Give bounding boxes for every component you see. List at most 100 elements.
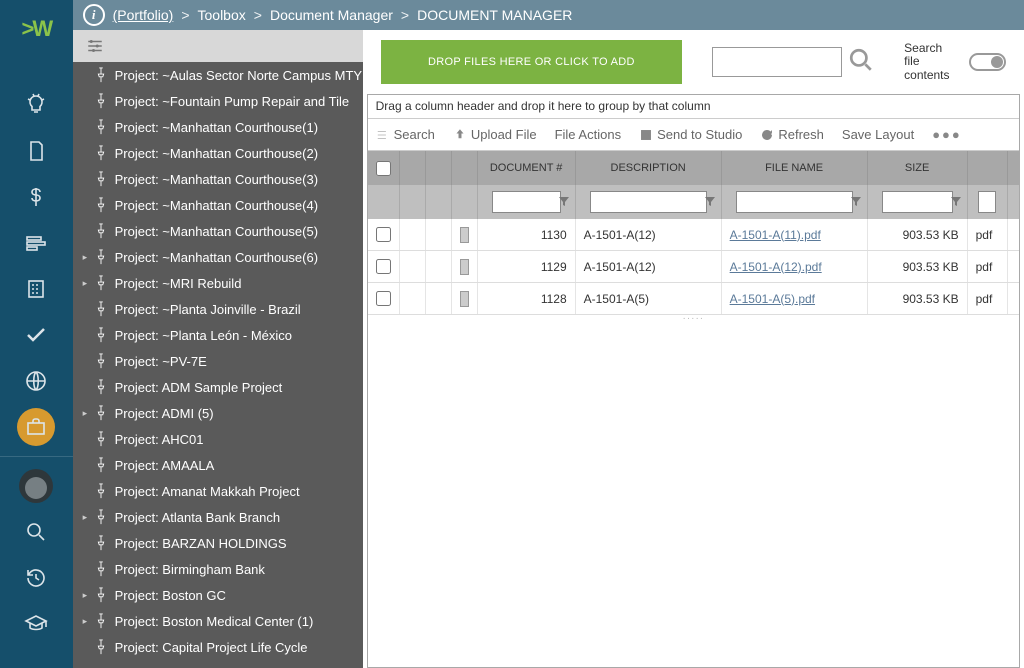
toolbar-file-actions[interactable]: File Actions [555,127,621,142]
dropzone[interactable]: DROP FILES HERE OR CLICK TO ADD [381,40,683,84]
filter-document[interactable] [492,191,561,213]
file-link[interactable]: A-1501-A(11).pdf [730,228,821,242]
nav-education-icon[interactable] [9,603,64,645]
cell-description: A-1501-A(5) [576,283,722,314]
tree-item[interactable]: Project: AMAALA [73,452,363,478]
cell-filename: A-1501-A(5).pdf [722,283,868,314]
col-document[interactable]: DOCUMENT # [478,151,576,185]
row-checkbox[interactable] [376,227,391,242]
nav-search-icon[interactable] [9,511,64,553]
filter-icon[interactable] [557,195,571,210]
grid-header: DOCUMENT # DESCRIPTION FILE NAME SIZE [368,151,1019,185]
tree-item[interactable]: Project: ~Planta Joinville - Brazil [73,296,363,322]
group-by-bar[interactable]: Drag a column header and drop it here to… [368,95,1019,119]
toolbar-save-layout[interactable]: Save Layout [842,127,914,142]
tree-item[interactable]: Project: Amanat Makkah Project [73,478,363,504]
tree-controls[interactable] [73,30,363,62]
tree-item-label: Project: ~Manhattan Courthouse(2) [115,146,318,161]
search-contents-toggle[interactable] [969,53,1006,71]
tree-item[interactable]: Project: ADM Sample Project [73,374,363,400]
tree-item[interactable]: Project: Capital Project Life Cycle [73,634,363,660]
select-all-checkbox[interactable] [376,161,391,176]
nav-building-icon[interactable] [9,268,64,310]
pin-icon [95,67,109,83]
toolbar-upload[interactable]: Upload File [453,127,537,142]
tree-item[interactable]: ▸ Project: Boston Medical Center (1) [73,608,363,634]
tree-item[interactable]: ▸ Project: ADMI (5) [73,400,363,426]
col-description[interactable]: DESCRIPTION [576,151,722,185]
file-link[interactable]: A-1501-A(5).pdf [730,292,815,306]
toolbar-refresh[interactable]: Refresh [760,127,824,142]
nav-idea-icon[interactable] [9,84,64,126]
tree-item-label: Project: ~Manhattan Courthouse(5) [115,224,318,239]
tree-item[interactable]: Project: ~Manhattan Courthouse(3) [73,166,363,192]
table-row[interactable]: 1129 A-1501-A(12) A-1501-A(12).pdf 903.5… [368,251,1019,283]
filter-icon[interactable] [703,195,717,210]
tree-item[interactable]: Project: Birmingham Bank [73,556,363,582]
nav-briefcase-icon[interactable] [17,408,55,446]
tree-item-label: Project: ~PV-7E [115,354,207,369]
cell-document: 1129 [478,251,576,282]
tree-item-label: Project: ~Aulas Sector Norte Campus MTY [115,68,362,83]
toolbar-more-icon[interactable]: ●●● [932,127,962,142]
filter-icon[interactable] [849,195,863,210]
filter-ext[interactable] [978,191,996,213]
cell-document: 1128 [478,283,576,314]
chevron-right-icon: ▸ [83,590,91,601]
tree-item[interactable]: ▸ Project: ~Manhattan Courthouse(6) [73,244,363,270]
file-link[interactable]: A-1501-A(12).pdf [730,260,822,274]
nav-history-icon[interactable] [9,557,64,599]
tree-item[interactable]: Project: ~Manhattan Courthouse(4) [73,192,363,218]
pin-icon [95,613,109,629]
nav-check-icon[interactable] [9,314,64,356]
toolbar-search[interactable]: Search [376,127,435,142]
table-row[interactable]: 1130 A-1501-A(12) A-1501-A(11).pdf 903.5… [368,219,1019,251]
pin-icon [95,327,109,343]
grid-blank [368,321,1019,667]
row-checkbox[interactable] [376,291,391,306]
tree-item[interactable]: ▸ Project: ~MRI Rebuild [73,270,363,296]
breadcrumb-toolbox: Toolbox [198,7,246,23]
nav-dollar-icon[interactable] [9,176,64,218]
tree-item[interactable]: Project: ~Planta León - México [73,322,363,348]
filter-size[interactable] [882,191,953,213]
breadcrumb-docmgr: Document Manager [270,7,393,23]
tree-item[interactable]: Project: ~Manhattan Courthouse(1) [73,114,363,140]
nav-document-icon[interactable] [9,130,64,172]
tree-item-label: Project: ADM Sample Project [115,380,283,395]
pin-icon [95,509,109,525]
cell-description: A-1501-A(12) [576,219,722,250]
cell-ext: pdf [968,251,1008,282]
filter-icon[interactable] [949,195,963,210]
nav-globe-icon[interactable] [9,360,64,402]
nav-bars-icon[interactable] [9,222,64,264]
col-size[interactable]: SIZE [868,151,968,185]
search-input[interactable] [712,47,842,77]
toolbar-send-studio[interactable]: Send to Studio [639,127,742,142]
thumbnail-icon [460,227,469,243]
tree-item[interactable]: Project: ~Aulas Sector Norte Campus MTY [73,62,363,88]
tree-item-label: Project: ~Manhattan Courthouse(1) [115,120,318,135]
tree-item[interactable]: ▸ Project: Boston GC [73,582,363,608]
tree-item[interactable]: Project: ~PV-7E [73,348,363,374]
row-checkbox[interactable] [376,259,391,274]
tree-item[interactable]: Project: ~Manhattan Courthouse(2) [73,140,363,166]
tree-item[interactable]: Project: ~Manhattan Courthouse(5) [73,218,363,244]
chevron-right-icon: ▸ [83,278,91,289]
tree-item-label: Project: ~MRI Rebuild [115,276,242,291]
info-icon[interactable]: i [83,4,105,26]
tree-item-label: Project: AHC01 [115,432,204,447]
col-filename[interactable]: FILE NAME [722,151,868,185]
tree-item[interactable]: Project: AHC01 [73,426,363,452]
tree-item[interactable]: Project: ~Fountain Pump Repair and Tile [73,88,363,114]
search-icon[interactable] [848,47,874,78]
filter-filename[interactable] [736,191,853,213]
tree-item[interactable]: ▸ Project: Atlanta Bank Branch [73,504,363,530]
tree-item-label: Project: Birmingham Bank [115,562,265,577]
breadcrumb-portfolio[interactable]: (Portfolio) [113,7,174,23]
tree-item[interactable]: Project: BARZAN HOLDINGS [73,530,363,556]
table-row[interactable]: 1128 A-1501-A(5) A-1501-A(5).pdf 903.53 … [368,283,1019,315]
grid-toolbar: Search Upload File File Actions Send to … [368,119,1019,151]
nav-avatar[interactable] [9,465,64,507]
filter-description[interactable] [590,191,707,213]
